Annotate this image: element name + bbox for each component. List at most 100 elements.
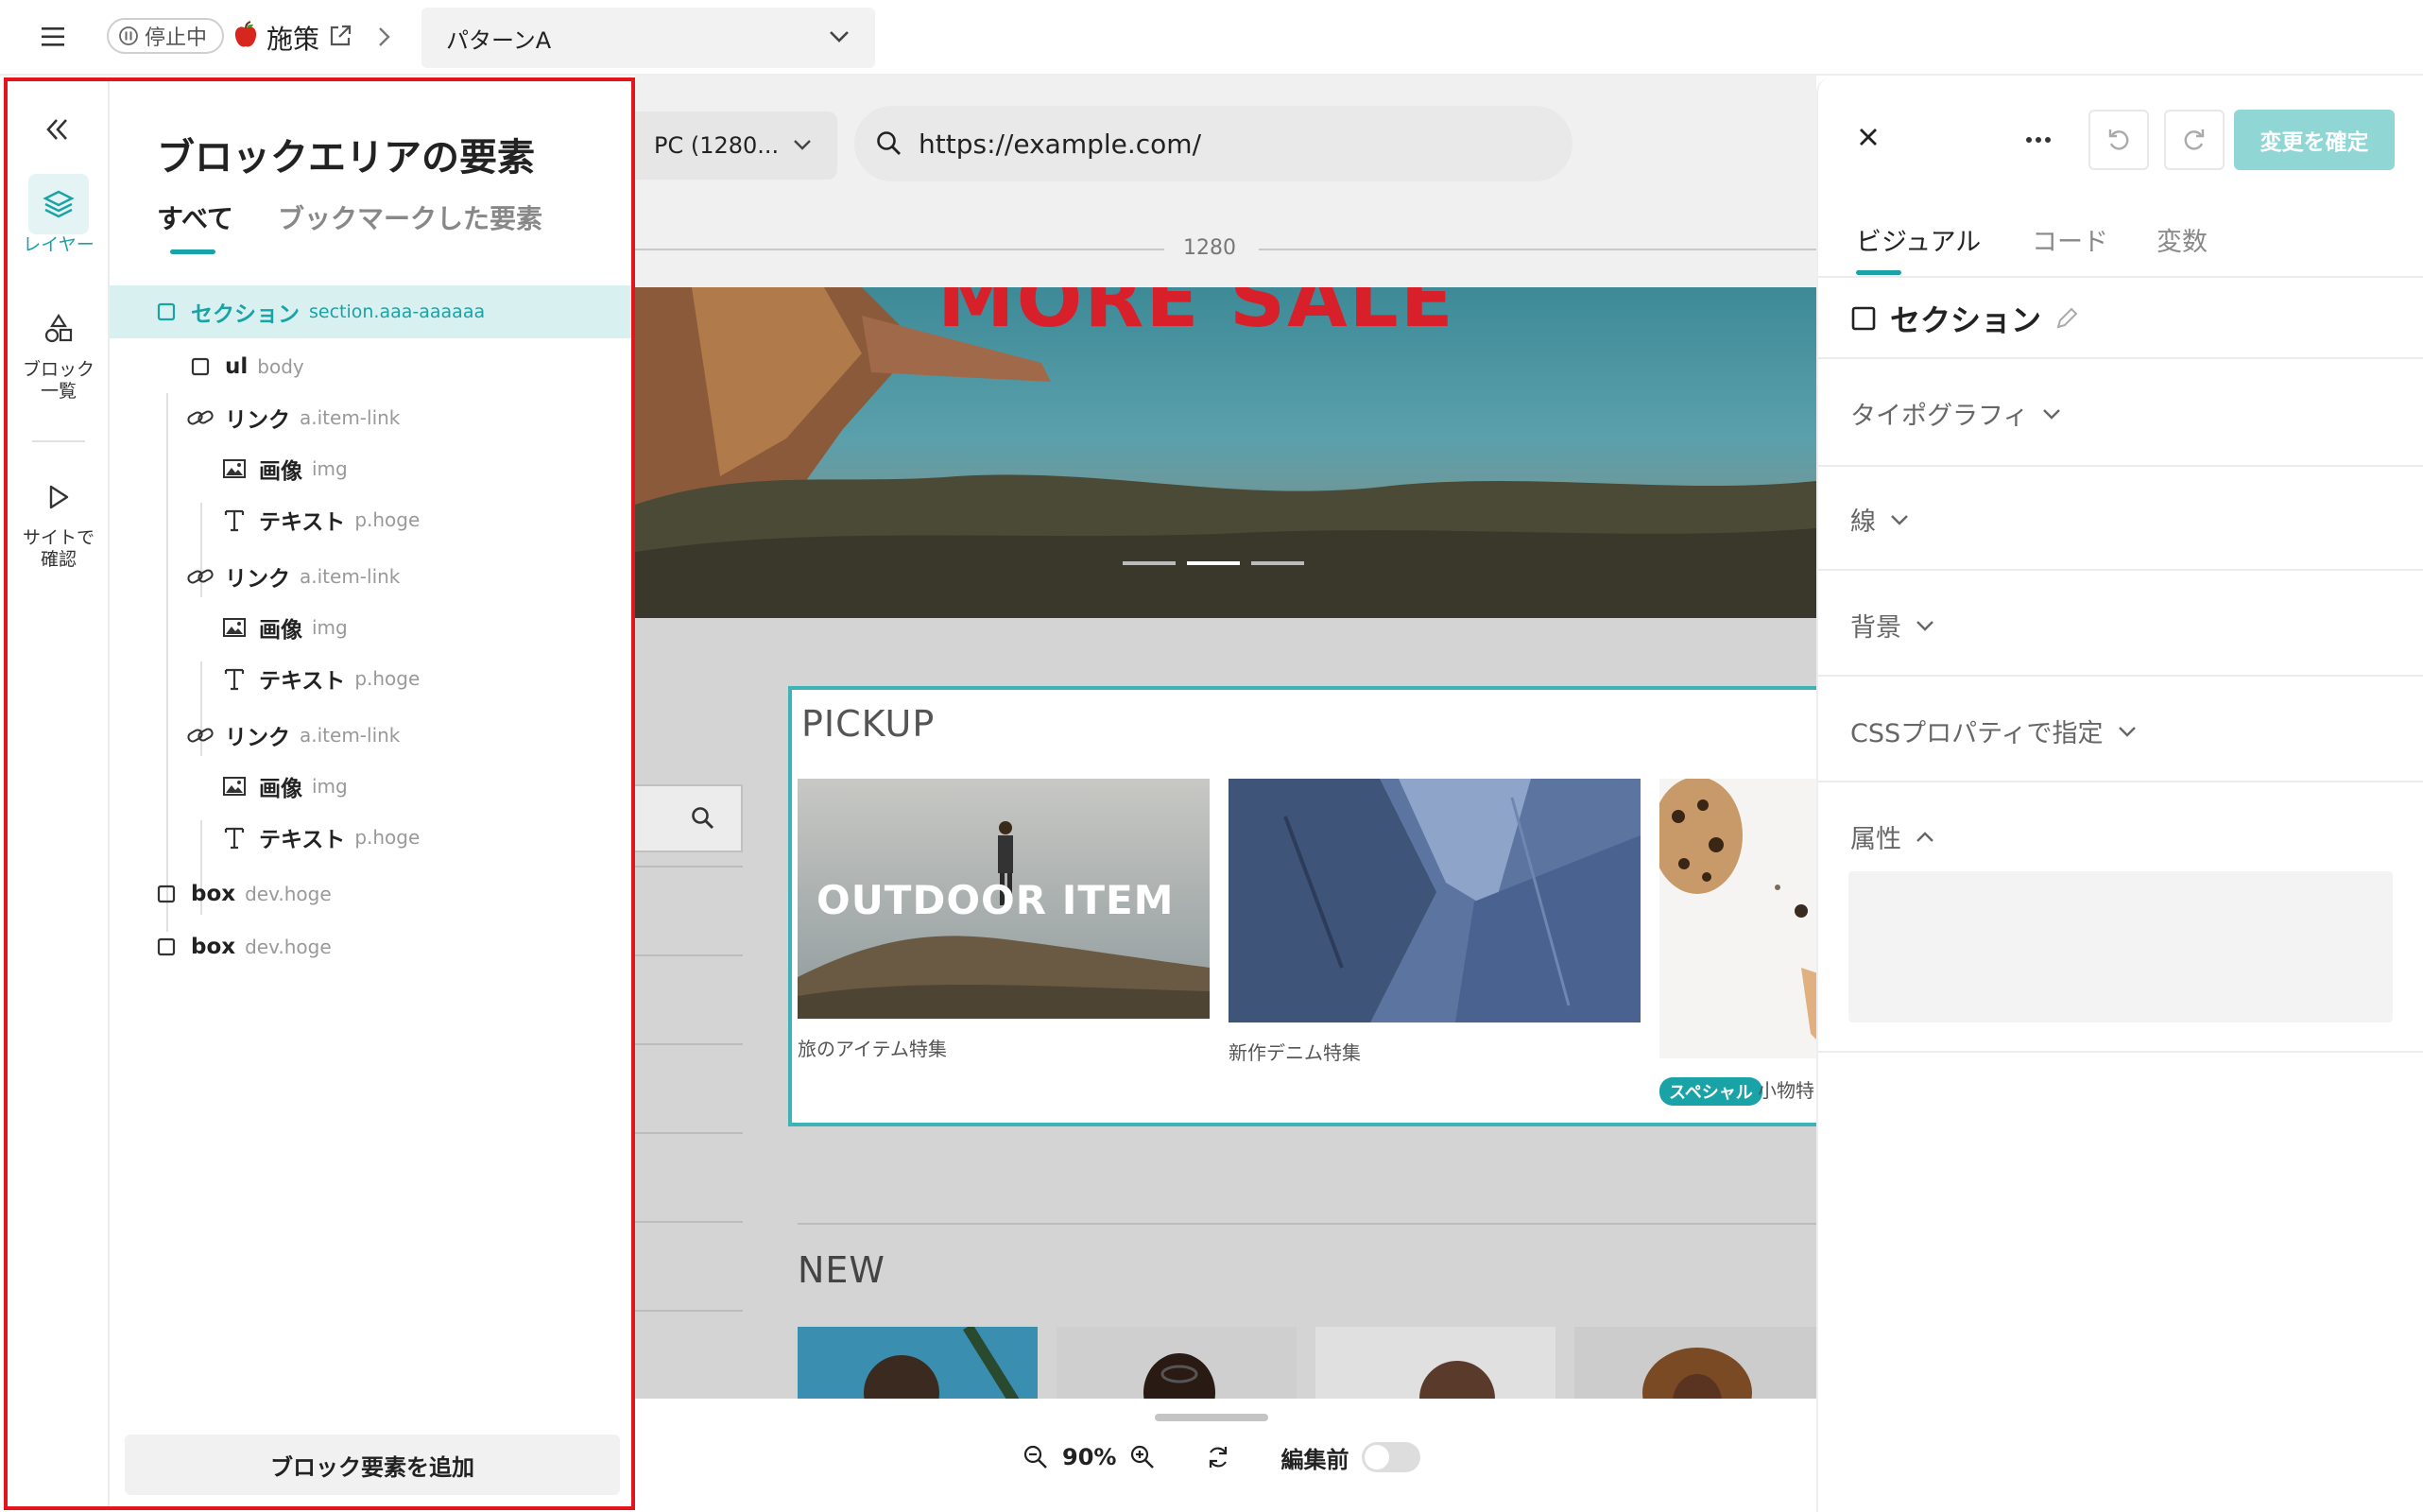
pencil-icon[interactable] <box>2054 306 2079 331</box>
card-caption: 旅のアイテム特集 <box>798 1038 947 1060</box>
before-edit-toggle[interactable] <box>1362 1442 1421 1472</box>
card-caption: 新作デニム特集 <box>1229 1041 1361 1064</box>
square-icon <box>151 932 181 962</box>
card-accessory-image[interactable] <box>1659 779 1816 1058</box>
url-text: https://example.com/ <box>919 128 1202 160</box>
device-label: PC (1280... <box>654 132 780 159</box>
pickup-section[interactable]: PICKUP OUTDOOR ITEM 旅のアイテム特集 新作デニム特集 スペシ… <box>788 686 1816 1126</box>
image-icon <box>219 771 249 801</box>
divider <box>1818 276 2423 278</box>
tree-item-image[interactable]: 画像 img <box>110 762 631 811</box>
new-item-image[interactable] <box>798 1327 1038 1402</box>
tree-item-image[interactable]: 画像 img <box>110 444 631 493</box>
before-edit-label: 編集前 <box>1280 1446 1349 1473</box>
zoom-controls: 90% 編集前 <box>1022 1433 1421 1482</box>
rail-layers[interactable]: レイヤー <box>8 174 110 256</box>
nav-divider <box>635 954 743 956</box>
tab-visual[interactable]: ビジュアル <box>1856 221 1981 258</box>
tree-item-selector: p.hoge <box>354 508 421 531</box>
rail-site-check[interactable]: サイトで確認 <box>8 467 110 571</box>
square-icon <box>151 297 181 327</box>
close-icon[interactable] <box>1856 125 1881 149</box>
tree-item-link[interactable]: リンク a.item-link <box>110 711 631 760</box>
redo-icon <box>2181 127 2208 153</box>
device-select[interactable]: PC (1280... <box>635 112 837 180</box>
tree-item-ul[interactable]: ul body <box>110 342 631 391</box>
divider <box>1818 675 2423 677</box>
collapse-icon[interactable] <box>43 115 72 144</box>
divider <box>1818 781 2423 782</box>
section-border[interactable]: 線 <box>1850 501 1910 538</box>
tree-item-box[interactable]: box dev.hoge <box>110 922 631 971</box>
zoom-out-icon[interactable] <box>1022 1444 1049 1470</box>
add-block-button[interactable]: ブロック要素を追加 <box>125 1435 620 1495</box>
attributes-field[interactable] <box>1848 871 2393 1022</box>
campaign-name[interactable]: 施策 <box>266 19 319 57</box>
section-background[interactable]: 背景 <box>1850 607 1935 644</box>
tab-bookmarked[interactable]: ブックマークした要素 <box>278 198 542 236</box>
hero-banner[interactable]: MORE SALE <box>635 287 1816 618</box>
confirm-changes-button[interactable]: 変更を確定 <box>2234 110 2395 170</box>
tree-item-link[interactable]: リンク a.item-link <box>110 393 631 442</box>
url-input[interactable]: https://example.com/ <box>854 106 1572 181</box>
hero-headline: MORE SALE <box>937 287 1455 345</box>
section-css-properties[interactable]: CSSプロパティで指定 <box>1850 713 2138 749</box>
refresh-icon[interactable] <box>1205 1444 1231 1470</box>
section-typography[interactable]: タイポグラフィ <box>1850 395 2062 432</box>
divider <box>1818 465 2423 467</box>
section-divider <box>798 1223 1816 1225</box>
new-item-image[interactable] <box>1057 1327 1297 1402</box>
nav-divider <box>635 1310 743 1312</box>
rail-blocks[interactable]: ブロック一覧 <box>8 299 110 403</box>
zoom-in-icon[interactable] <box>1129 1444 1156 1470</box>
tree-item-section[interactable]: セクション section.aaa-aaaaaa <box>110 285 631 338</box>
new-item-image[interactable] <box>1574 1327 1816 1402</box>
card-denim-image[interactable] <box>1229 779 1641 1022</box>
tree-item-selector: a.item-link <box>300 406 401 429</box>
tree-item-text[interactable]: テキスト p.hoge <box>110 813 631 862</box>
new-item-image[interactable] <box>1315 1327 1555 1402</box>
nav-divider <box>635 1132 743 1134</box>
divider <box>1818 1051 2423 1053</box>
nav-divider <box>635 1221 743 1223</box>
status-label: 停止中 <box>145 26 208 50</box>
card-outdoor-image[interactable]: OUTDOOR ITEM <box>798 779 1210 1019</box>
tab-variables[interactable]: 変数 <box>2157 221 2208 258</box>
status-badge[interactable]: 停止中 <box>107 18 224 54</box>
external-link-icon[interactable] <box>327 23 353 49</box>
search-box[interactable] <box>635 784 743 852</box>
section-attributes[interactable]: 属性 <box>1850 818 1935 855</box>
tree-item-selector: dev.hoge <box>245 883 332 905</box>
search-icon <box>690 805 716 832</box>
section-label: 属性 <box>1850 825 1901 854</box>
ruler-line <box>1259 249 1816 250</box>
undo-icon <box>2105 127 2132 153</box>
tree-item-text[interactable]: テキスト p.hoge <box>110 654 631 703</box>
text-icon <box>219 505 249 535</box>
tree-item-box[interactable]: box dev.hoge <box>110 869 631 919</box>
tree-item-label: 画像 <box>259 777 302 801</box>
redo-button[interactable] <box>2164 110 2225 170</box>
tab-all[interactable]: すべて <box>157 198 233 236</box>
square-icon <box>151 879 181 909</box>
undo-button[interactable] <box>2088 110 2149 170</box>
tab-code[interactable]: コード <box>2032 221 2108 258</box>
menu-icon[interactable] <box>40 25 68 49</box>
ruler-line <box>635 249 1164 250</box>
search-icon <box>875 129 903 158</box>
chevron-down-icon <box>1889 513 1910 526</box>
image-icon <box>219 454 249 484</box>
more-icon[interactable] <box>2024 136 2053 144</box>
tab-active-indicator <box>170 249 215 254</box>
page-canvas[interactable]: MORE SALE PICKUP OUTDOOR ITEM 旅のアイテム特集 新… <box>635 287 1816 1402</box>
tree-item-link[interactable]: リンク a.item-link <box>110 552 631 601</box>
scroll-handle[interactable] <box>1155 1414 1268 1421</box>
play-icon <box>28 467 89 527</box>
tree-item-text[interactable]: テキスト p.hoge <box>110 495 631 544</box>
pattern-select[interactable]: パターンA <box>421 8 875 68</box>
tree-item-image[interactable]: 画像 img <box>110 603 631 652</box>
tree-item-selector: a.item-link <box>300 724 401 747</box>
tree-item-label: 画像 <box>259 459 302 484</box>
shapes-icon <box>28 299 89 359</box>
new-section-title: NEW <box>798 1249 886 1291</box>
